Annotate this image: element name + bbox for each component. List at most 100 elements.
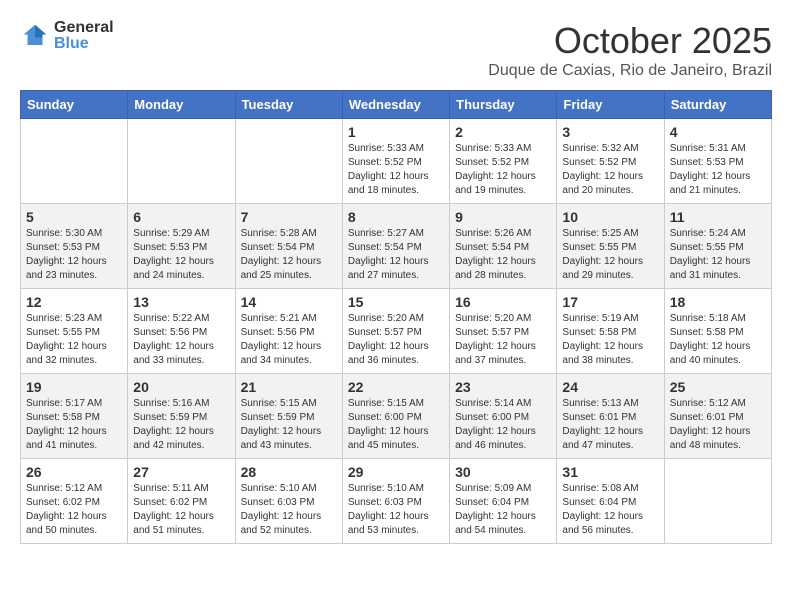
table-cell: 17 Sunrise: 5:19 AM Sunset: 5:58 PM Dayli… bbox=[557, 289, 664, 374]
cell-sun-info: Sunrise: 5:21 AM Sunset: 5:56 PM Dayligh… bbox=[241, 312, 337, 368]
cell-sun-info: Sunrise: 5:12 AM Sunset: 6:01 PM Dayligh… bbox=[670, 397, 766, 453]
day-number: 6 bbox=[133, 209, 229, 225]
table-cell: 18 Sunrise: 5:18 AM Sunset: 5:58 PM Dayli… bbox=[664, 289, 771, 374]
table-cell bbox=[21, 119, 128, 204]
table-cell: 9Sunrise: 5:26 AM Sunset: 5:54 PM Daylig… bbox=[450, 204, 557, 289]
cell-sun-info: Sunrise: 5:25 AM Sunset: 5:55 PM Dayligh… bbox=[562, 227, 658, 283]
table-cell: 20 Sunrise: 5:16 AM Sunset: 5:59 PM Dayli… bbox=[128, 374, 235, 459]
cell-sun-info: Sunrise: 5:33 AM Sunset: 5:52 PM Dayligh… bbox=[348, 142, 444, 198]
cell-sun-info: Sunrise: 5:20 AM Sunset: 5:57 PM Dayligh… bbox=[455, 312, 551, 368]
table-cell: 3 Sunrise: 5:32 AM Sunset: 5:52 PM Daylig… bbox=[557, 119, 664, 204]
cell-sun-info: Sunrise: 5:15 AM Sunset: 5:59 PM Dayligh… bbox=[241, 397, 337, 453]
week-row-1: 1 Sunrise: 5:33 AM Sunset: 5:52 PM Daylig… bbox=[21, 119, 772, 204]
cell-sun-info: Sunrise: 5:31 AM Sunset: 5:53 PM Dayligh… bbox=[670, 142, 766, 198]
table-cell: 24 Sunrise: 5:13 AM Sunset: 6:01 PM Dayli… bbox=[557, 374, 664, 459]
table-cell: 29Sunrise: 5:10 AM Sunset: 6:03 PM Dayli… bbox=[342, 459, 449, 544]
cell-sun-info: Sunrise: 5:20 AM Sunset: 5:57 PM Dayligh… bbox=[348, 312, 444, 368]
day-number: 5 bbox=[26, 209, 122, 225]
header-wednesday: Wednesday bbox=[342, 91, 449, 119]
header-thursday: Thursday bbox=[450, 91, 557, 119]
day-number: 12 bbox=[26, 294, 122, 310]
cell-sun-info: Sunrise: 5:19 AM Sunset: 5:58 PM Dayligh… bbox=[562, 312, 658, 368]
table-cell: 2 Sunrise: 5:33 AM Sunset: 5:52 PM Daylig… bbox=[450, 119, 557, 204]
day-number: 8 bbox=[348, 209, 444, 225]
day-number: 18 bbox=[670, 294, 766, 310]
cell-sun-info: Sunrise: 5:14 AM Sunset: 6:00 PM Dayligh… bbox=[455, 397, 551, 453]
cell-sun-info: Sunrise: 5:33 AM Sunset: 5:52 PM Dayligh… bbox=[455, 142, 551, 198]
cell-sun-info: Sunrise: 5:12 AM Sunset: 6:02 PM Dayligh… bbox=[26, 482, 122, 538]
title-section: October 2025 Duque de Caxias, Rio de Jan… bbox=[488, 20, 772, 80]
week-row-5: 26Sunrise: 5:12 AM Sunset: 6:02 PM Dayli… bbox=[21, 459, 772, 544]
day-number: 17 bbox=[562, 294, 658, 310]
day-number: 25 bbox=[670, 379, 766, 395]
day-number: 23 bbox=[455, 379, 551, 395]
cell-sun-info: Sunrise: 5:10 AM Sunset: 6:03 PM Dayligh… bbox=[348, 482, 444, 538]
logo-general-text: General bbox=[54, 19, 114, 36]
table-cell bbox=[128, 119, 235, 204]
cell-sun-info: Sunrise: 5:29 AM Sunset: 5:53 PM Dayligh… bbox=[133, 227, 229, 283]
table-cell: 19 Sunrise: 5:17 AM Sunset: 5:58 PM Dayli… bbox=[21, 374, 128, 459]
table-cell: 22 Sunrise: 5:15 AM Sunset: 6:00 PM Dayli… bbox=[342, 374, 449, 459]
cell-sun-info: Sunrise: 5:09 AM Sunset: 6:04 PM Dayligh… bbox=[455, 482, 551, 538]
table-cell: 1 Sunrise: 5:33 AM Sunset: 5:52 PM Daylig… bbox=[342, 119, 449, 204]
table-cell: 7Sunrise: 5:28 AM Sunset: 5:54 PM Daylig… bbox=[235, 204, 342, 289]
table-cell: 26Sunrise: 5:12 AM Sunset: 6:02 PM Dayli… bbox=[21, 459, 128, 544]
cell-sun-info: Sunrise: 5:32 AM Sunset: 5:52 PM Dayligh… bbox=[562, 142, 658, 198]
cell-sun-info: Sunrise: 5:22 AM Sunset: 5:56 PM Dayligh… bbox=[133, 312, 229, 368]
day-number: 22 bbox=[348, 379, 444, 395]
header-saturday: Saturday bbox=[664, 91, 771, 119]
page-header: General Blue October 2025 Duque de Caxia… bbox=[20, 20, 772, 80]
table-cell: 12Sunrise: 5:23 AM Sunset: 5:55 PM Dayli… bbox=[21, 289, 128, 374]
day-number: 1 bbox=[348, 124, 444, 140]
header-tuesday: Tuesday bbox=[235, 91, 342, 119]
day-number: 2 bbox=[455, 124, 551, 140]
table-cell: 27 Sunrise: 5:11 AM Sunset: 6:02 PM Dayli… bbox=[128, 459, 235, 544]
day-number: 19 bbox=[26, 379, 122, 395]
calendar-header-row: Sunday Monday Tuesday Wednesday Thursday… bbox=[21, 91, 772, 119]
table-cell: 28Sunrise: 5:10 AM Sunset: 6:03 PM Dayli… bbox=[235, 459, 342, 544]
cell-sun-info: Sunrise: 5:18 AM Sunset: 5:58 PM Dayligh… bbox=[670, 312, 766, 368]
day-number: 4 bbox=[670, 124, 766, 140]
logo: General Blue bbox=[20, 20, 114, 52]
table-cell: 8 Sunrise: 5:27 AM Sunset: 5:54 PM Daylig… bbox=[342, 204, 449, 289]
table-cell: 15Sunrise: 5:20 AM Sunset: 5:57 PM Dayli… bbox=[342, 289, 449, 374]
header-monday: Monday bbox=[128, 91, 235, 119]
location-title: Duque de Caxias, Rio de Janeiro, Brazil bbox=[488, 62, 772, 80]
cell-sun-info: Sunrise: 5:13 AM Sunset: 6:01 PM Dayligh… bbox=[562, 397, 658, 453]
week-row-3: 12Sunrise: 5:23 AM Sunset: 5:55 PM Dayli… bbox=[21, 289, 772, 374]
day-number: 20 bbox=[133, 379, 229, 395]
calendar-body: 1 Sunrise: 5:33 AM Sunset: 5:52 PM Daylig… bbox=[21, 119, 772, 544]
logo-icon bbox=[20, 21, 50, 51]
week-row-2: 5Sunrise: 5:30 AM Sunset: 5:53 PM Daylig… bbox=[21, 204, 772, 289]
table-cell: 11Sunrise: 5:24 AM Sunset: 5:55 PM Dayli… bbox=[664, 204, 771, 289]
day-number: 28 bbox=[241, 464, 337, 480]
table-cell: 16 Sunrise: 5:20 AM Sunset: 5:57 PM Dayli… bbox=[450, 289, 557, 374]
day-number: 3 bbox=[562, 124, 658, 140]
day-number: 13 bbox=[133, 294, 229, 310]
table-cell: 14 Sunrise: 5:21 AM Sunset: 5:56 PM Dayli… bbox=[235, 289, 342, 374]
cell-sun-info: Sunrise: 5:16 AM Sunset: 5:59 PM Dayligh… bbox=[133, 397, 229, 453]
table-cell: 10Sunrise: 5:25 AM Sunset: 5:55 PM Dayli… bbox=[557, 204, 664, 289]
table-cell: 23 Sunrise: 5:14 AM Sunset: 6:00 PM Dayli… bbox=[450, 374, 557, 459]
day-number: 14 bbox=[241, 294, 337, 310]
cell-sun-info: Sunrise: 5:15 AM Sunset: 6:00 PM Dayligh… bbox=[348, 397, 444, 453]
calendar-table: Sunday Monday Tuesday Wednesday Thursday… bbox=[20, 90, 772, 544]
day-number: 16 bbox=[455, 294, 551, 310]
table-cell: 6 Sunrise: 5:29 AM Sunset: 5:53 PM Daylig… bbox=[128, 204, 235, 289]
day-number: 24 bbox=[562, 379, 658, 395]
table-cell: 13 Sunrise: 5:22 AM Sunset: 5:56 PM Dayli… bbox=[128, 289, 235, 374]
cell-sun-info: Sunrise: 5:26 AM Sunset: 5:54 PM Dayligh… bbox=[455, 227, 551, 283]
cell-sun-info: Sunrise: 5:11 AM Sunset: 6:02 PM Dayligh… bbox=[133, 482, 229, 538]
logo-blue-text: Blue bbox=[54, 35, 89, 52]
table-cell bbox=[235, 119, 342, 204]
header-sunday: Sunday bbox=[21, 91, 128, 119]
cell-sun-info: Sunrise: 5:28 AM Sunset: 5:54 PM Dayligh… bbox=[241, 227, 337, 283]
month-title: October 2025 bbox=[488, 20, 772, 62]
cell-sun-info: Sunrise: 5:17 AM Sunset: 5:58 PM Dayligh… bbox=[26, 397, 122, 453]
cell-sun-info: Sunrise: 5:24 AM Sunset: 5:55 PM Dayligh… bbox=[670, 227, 766, 283]
table-cell: 21Sunrise: 5:15 AM Sunset: 5:59 PM Dayli… bbox=[235, 374, 342, 459]
day-number: 27 bbox=[133, 464, 229, 480]
table-cell: 25 Sunrise: 5:12 AM Sunset: 6:01 PM Dayli… bbox=[664, 374, 771, 459]
cell-sun-info: Sunrise: 5:27 AM Sunset: 5:54 PM Dayligh… bbox=[348, 227, 444, 283]
week-row-4: 19 Sunrise: 5:17 AM Sunset: 5:58 PM Dayli… bbox=[21, 374, 772, 459]
